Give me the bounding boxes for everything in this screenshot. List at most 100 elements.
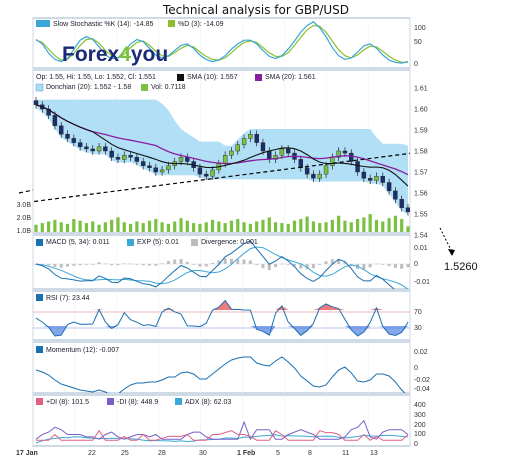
volume-bar bbox=[387, 218, 391, 232]
volume-bar bbox=[318, 223, 322, 232]
volume-swatch bbox=[141, 84, 148, 91]
divergence-bar bbox=[274, 264, 278, 268]
divergence-bar bbox=[400, 264, 404, 269]
dmi-y-tick: 200 bbox=[414, 422, 426, 429]
candle-body bbox=[386, 182, 392, 192]
candle-body bbox=[248, 133, 253, 139]
divergence-bar bbox=[66, 264, 70, 267]
rsi-oversold-fill bbox=[54, 326, 62, 336]
volume-bar bbox=[59, 222, 63, 232]
candle-body bbox=[115, 157, 121, 160]
date-tick-label: 1 Feb bbox=[237, 450, 255, 457]
volume-bar bbox=[72, 219, 76, 232]
candle-body bbox=[374, 175, 379, 181]
volume-bar bbox=[236, 219, 240, 232]
divergence-bar bbox=[324, 261, 328, 264]
candle-body bbox=[361, 171, 367, 179]
volume-bar bbox=[362, 217, 366, 232]
adx-legend: ADX (8): 62.03 bbox=[185, 399, 231, 406]
candle-body bbox=[311, 173, 316, 179]
candle-body bbox=[229, 150, 234, 156]
candle-body bbox=[317, 173, 322, 179]
volume-bar bbox=[330, 219, 334, 232]
candle-body bbox=[349, 152, 354, 162]
date-tick-label: 30 bbox=[199, 450, 207, 457]
candle-body bbox=[323, 165, 329, 175]
candle-body bbox=[96, 146, 102, 152]
candle-body bbox=[71, 138, 77, 143]
sma20-legend: SMA (20): 1.561 bbox=[265, 74, 316, 81]
momentum-y-tick: -0.04 bbox=[414, 386, 430, 393]
volume-y-tick: 1.0B bbox=[17, 228, 32, 235]
logo-text-b: 4 bbox=[119, 43, 131, 66]
volume-bar bbox=[34, 224, 38, 232]
logo-text-c: you bbox=[131, 43, 168, 66]
volume-bar bbox=[255, 221, 259, 232]
price-y-tick: 1.57 bbox=[414, 170, 428, 177]
target-price-label: 1.5260 bbox=[444, 261, 478, 273]
target-arrow-head bbox=[448, 249, 455, 256]
volume-y-tick: 3.0B bbox=[17, 202, 32, 209]
candle-body bbox=[399, 199, 404, 208]
price-y-tick: 1.54 bbox=[414, 233, 428, 240]
candle-body bbox=[405, 207, 410, 213]
dmi-y-tick: 300 bbox=[414, 412, 426, 419]
volume-bar bbox=[400, 219, 404, 232]
volume-bar bbox=[223, 223, 227, 232]
divergence-swatch bbox=[191, 239, 198, 246]
adx-swatch bbox=[175, 398, 182, 405]
candle-body bbox=[197, 167, 203, 175]
price-y-tick: 1.59 bbox=[414, 128, 428, 135]
macd-y-tick: -0.01 bbox=[414, 279, 430, 286]
candle-body bbox=[298, 159, 304, 168]
candle-body bbox=[140, 161, 146, 166]
divergence-bar bbox=[179, 259, 183, 264]
divergence-bar bbox=[59, 264, 63, 268]
rsi-y-tick: 70 bbox=[414, 309, 422, 316]
stochastic-d-legend: %D (3): -14.09 bbox=[178, 21, 224, 28]
ohlc-legend: Op: 1.55, Hi: 1.55, Lo: 1.552, Cl: 1.551 bbox=[36, 74, 156, 81]
volume-bar bbox=[374, 219, 379, 232]
stochastic-y-tick: 100 bbox=[414, 25, 426, 32]
volume-bar bbox=[122, 222, 126, 232]
volume-bar bbox=[84, 223, 89, 232]
momentum-swatch bbox=[36, 346, 43, 353]
divergence-legend-text: Divergence: 0.001 bbox=[201, 239, 258, 246]
exp-swatch bbox=[127, 239, 134, 246]
volume-bar bbox=[292, 220, 297, 232]
price-y-tick: 1.61 bbox=[414, 86, 428, 93]
candle-body bbox=[147, 165, 152, 168]
divergence-bar bbox=[53, 264, 57, 267]
trend-line-extension bbox=[18, 189, 34, 194]
dmi-y-tick: 100 bbox=[414, 431, 426, 438]
technical-analysis-chart: Slow Stochastic %K (14): -14.85 %D (3): … bbox=[16, 17, 478, 457]
volume-bar bbox=[160, 222, 164, 232]
volume-bar bbox=[286, 223, 290, 232]
candle-body bbox=[178, 157, 184, 162]
target-arrow-line bbox=[439, 227, 453, 253]
stochastic-legend: Slow Stochastic %K (14): -14.85 %D (3): … bbox=[36, 20, 224, 28]
date-tick-label: 28 bbox=[158, 450, 166, 457]
candle-body bbox=[260, 142, 266, 152]
donchian-legend: Donchian (20): 1.552 - 1.58 bbox=[46, 84, 131, 91]
volume-bar bbox=[128, 223, 133, 232]
divergence-bar bbox=[267, 264, 271, 271]
volume-bar bbox=[166, 223, 171, 232]
macd-legend: MACD (5, 34): 0.011 EXP (5): 0.01 Diverg… bbox=[36, 239, 258, 246]
volume-bar bbox=[393, 215, 397, 232]
candle-body bbox=[103, 146, 108, 152]
stochastic-y-tick: 0 bbox=[414, 61, 418, 68]
forex4you-logo: Forex4you bbox=[62, 43, 168, 66]
price-y-tick: 1.58 bbox=[414, 149, 428, 156]
candle-body bbox=[159, 169, 165, 173]
volume-bar bbox=[116, 217, 120, 232]
momentum-y-tick: -0.02 bbox=[414, 377, 430, 384]
candle-body bbox=[122, 154, 127, 160]
rsi-swatch bbox=[36, 294, 43, 301]
divergence-bar bbox=[261, 264, 265, 269]
divergence-bar bbox=[173, 259, 177, 264]
candle-body bbox=[380, 175, 385, 183]
sma10-swatch bbox=[177, 74, 184, 81]
date-tick-label: 11 bbox=[342, 450, 349, 457]
volume-bar bbox=[110, 219, 114, 232]
